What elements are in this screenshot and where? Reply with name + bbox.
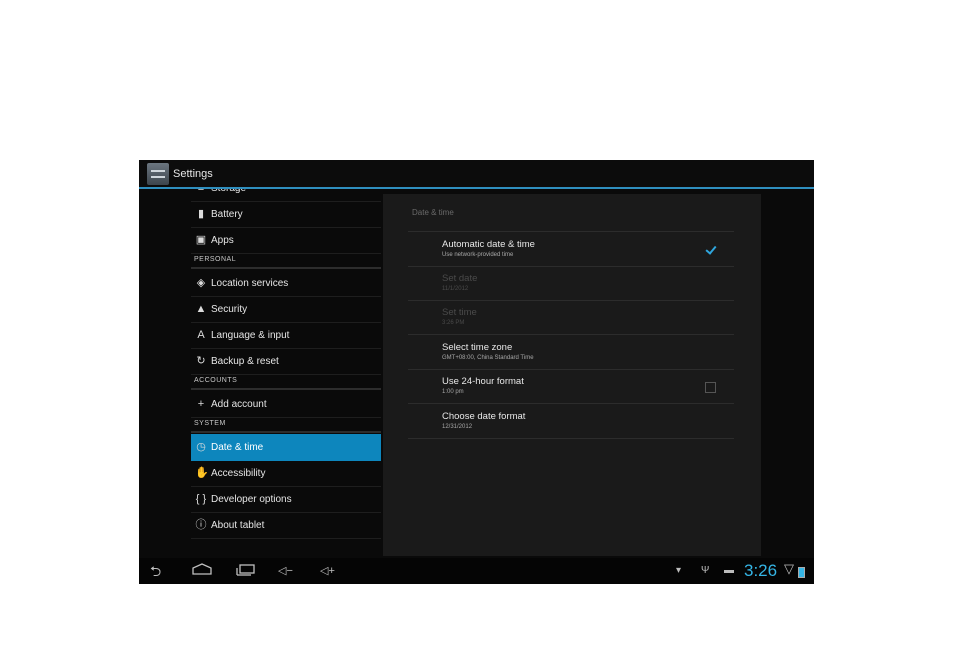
- sidebar-item-accessibility[interactable]: ✋ Accessibility: [191, 460, 381, 487]
- tablet-screen: Settings ≡ Storage ▮ Battery ▣ Apps PERSONAL ◈ L…: [139, 160, 814, 584]
- pref-summary: 3:26 PM: [442, 320, 465, 326]
- storage-icon: ≡: [195, 189, 207, 194]
- pref-select-time-zone[interactable]: Select time zone GMT+08:00, China Standar…: [408, 335, 734, 370]
- volume-down-icon[interactable]: ◁−: [278, 562, 293, 580]
- sidebar-header-label: ACCOUNTS: [194, 377, 238, 384]
- sidebar-item-date-time[interactable]: ◷ Date & time: [191, 434, 381, 461]
- sidebar-item-security[interactable]: ▲ Security: [191, 296, 381, 323]
- automatic-date-time-checkbox[interactable]: [705, 245, 716, 256]
- sidebar-item-label: Apps: [211, 235, 234, 246]
- back-icon[interactable]: ⮌: [150, 562, 161, 580]
- volume-up-icon[interactable]: ◁+: [320, 562, 335, 580]
- braces-icon: { }: [195, 493, 207, 505]
- pref-title: Set time: [442, 307, 477, 318]
- pref-title: Select time zone: [442, 341, 513, 353]
- pref-title: Use 24-hour format: [442, 376, 524, 387]
- lock-icon: ▲: [195, 303, 207, 315]
- battery-icon: [798, 567, 805, 578]
- hand-icon: ✋: [195, 467, 209, 479]
- recent-apps-icon[interactable]: [235, 562, 257, 580]
- location-icon: ◈: [196, 277, 206, 289]
- home-icon[interactable]: [191, 562, 213, 580]
- sidebar-item-location-services[interactable]: ◈ Location services: [191, 270, 381, 297]
- battery-icon: ▮: [197, 208, 205, 220]
- sidebar-item-backup-reset[interactable]: ↻ Backup & reset: [191, 348, 381, 375]
- settings-sidebar[interactable]: ≡ Storage ▮ Battery ▣ Apps PERSONAL ◈ Location s…: [191, 189, 381, 559]
- plus-icon: +: [197, 398, 205, 410]
- settings-icon[interactable]: [147, 163, 169, 185]
- panel-title: Date & time: [412, 208, 454, 217]
- sidebar-item-battery[interactable]: ▮ Battery: [191, 201, 381, 228]
- sidebar-header-label: SYSTEM: [194, 420, 226, 427]
- sidebar-item-label: Developer options: [211, 494, 292, 505]
- sidebar-item-label: Accessibility: [211, 468, 266, 479]
- sidebar-item-label: Backup & reset: [211, 356, 279, 367]
- backup-icon: ↻: [196, 355, 206, 367]
- sidebar-item-developer-options[interactable]: { } Developer options: [191, 486, 381, 513]
- sidebar-item-label: Storage: [211, 189, 246, 194]
- pref-summary: 11/1/2012: [442, 285, 469, 292]
- pref-summary: 1:00 pm: [442, 389, 464, 395]
- pref-choose-date-format[interactable]: Choose date format 12/31/2012: [408, 404, 734, 439]
- sidebar-header-personal: PERSONAL: [191, 253, 381, 269]
- keyboard-icon: A: [197, 329, 205, 341]
- android-debug-icon: ▬: [724, 565, 734, 576]
- pref-summary: 12/31/2012: [442, 423, 473, 430]
- pref-summary: Use network-provided time: [442, 252, 514, 258]
- sidebar-item-label: Add account: [211, 399, 267, 410]
- sidebar-item-add-account[interactable]: + Add account: [191, 391, 381, 418]
- sidebar-header-label: PERSONAL: [194, 256, 237, 263]
- usb-icon: Ψ: [701, 565, 710, 576]
- sidebar-item-about-tablet[interactable]: ⓘ About tablet: [191, 512, 381, 539]
- pref-use-24-hour-format[interactable]: Use 24-hour format 1:00 pm: [408, 369, 734, 404]
- pref-set-time: Set time 3:26 PM: [408, 300, 734, 335]
- page-title: Settings: [173, 168, 213, 180]
- pref-title: Choose date format: [442, 410, 526, 422]
- date-time-panel: Date & time Automatic date & time Use net…: [383, 194, 761, 556]
- pref-title: Automatic date & time: [442, 239, 535, 250]
- sidebar-header-system: SYSTEM: [191, 417, 381, 433]
- clock-icon: ◷: [196, 441, 206, 453]
- apps-icon: ▣: [195, 234, 207, 246]
- signal-icon: ▽: [784, 561, 794, 576]
- system-bar: ⮌ ◁− ◁+ ▾ Ψ ▬ 3:26 ▽: [139, 558, 814, 584]
- pref-set-date: Set date 11/1/2012: [408, 266, 734, 301]
- action-bar: Settings: [139, 160, 814, 189]
- pref-summary: GMT+08:00, China Standard Time: [442, 354, 534, 361]
- pref-title: Set date: [442, 272, 478, 284]
- use-24-hour-format-checkbox[interactable]: [705, 382, 716, 393]
- sidebar-item-label: Language & input: [211, 330, 290, 341]
- wifi-icon: ▾: [676, 565, 682, 576]
- pref-automatic-date-time[interactable]: Automatic date & time Use network-provide…: [408, 231, 734, 267]
- sidebar-item-label: About tablet: [211, 520, 265, 531]
- sidebar-item-label: Location services: [211, 278, 289, 289]
- sidebar-item-label: Battery: [211, 209, 243, 220]
- sidebar-item-label: Security: [211, 304, 248, 315]
- info-icon: ⓘ: [195, 519, 207, 531]
- sidebar-header-accounts: ACCOUNTS: [191, 374, 381, 390]
- sidebar-item-label: Date & time: [211, 442, 264, 453]
- sidebar-item-language-input[interactable]: A Language & input: [191, 322, 381, 349]
- clock: 3:26: [744, 561, 778, 580]
- sidebar-item-apps[interactable]: ▣ Apps: [191, 227, 381, 254]
